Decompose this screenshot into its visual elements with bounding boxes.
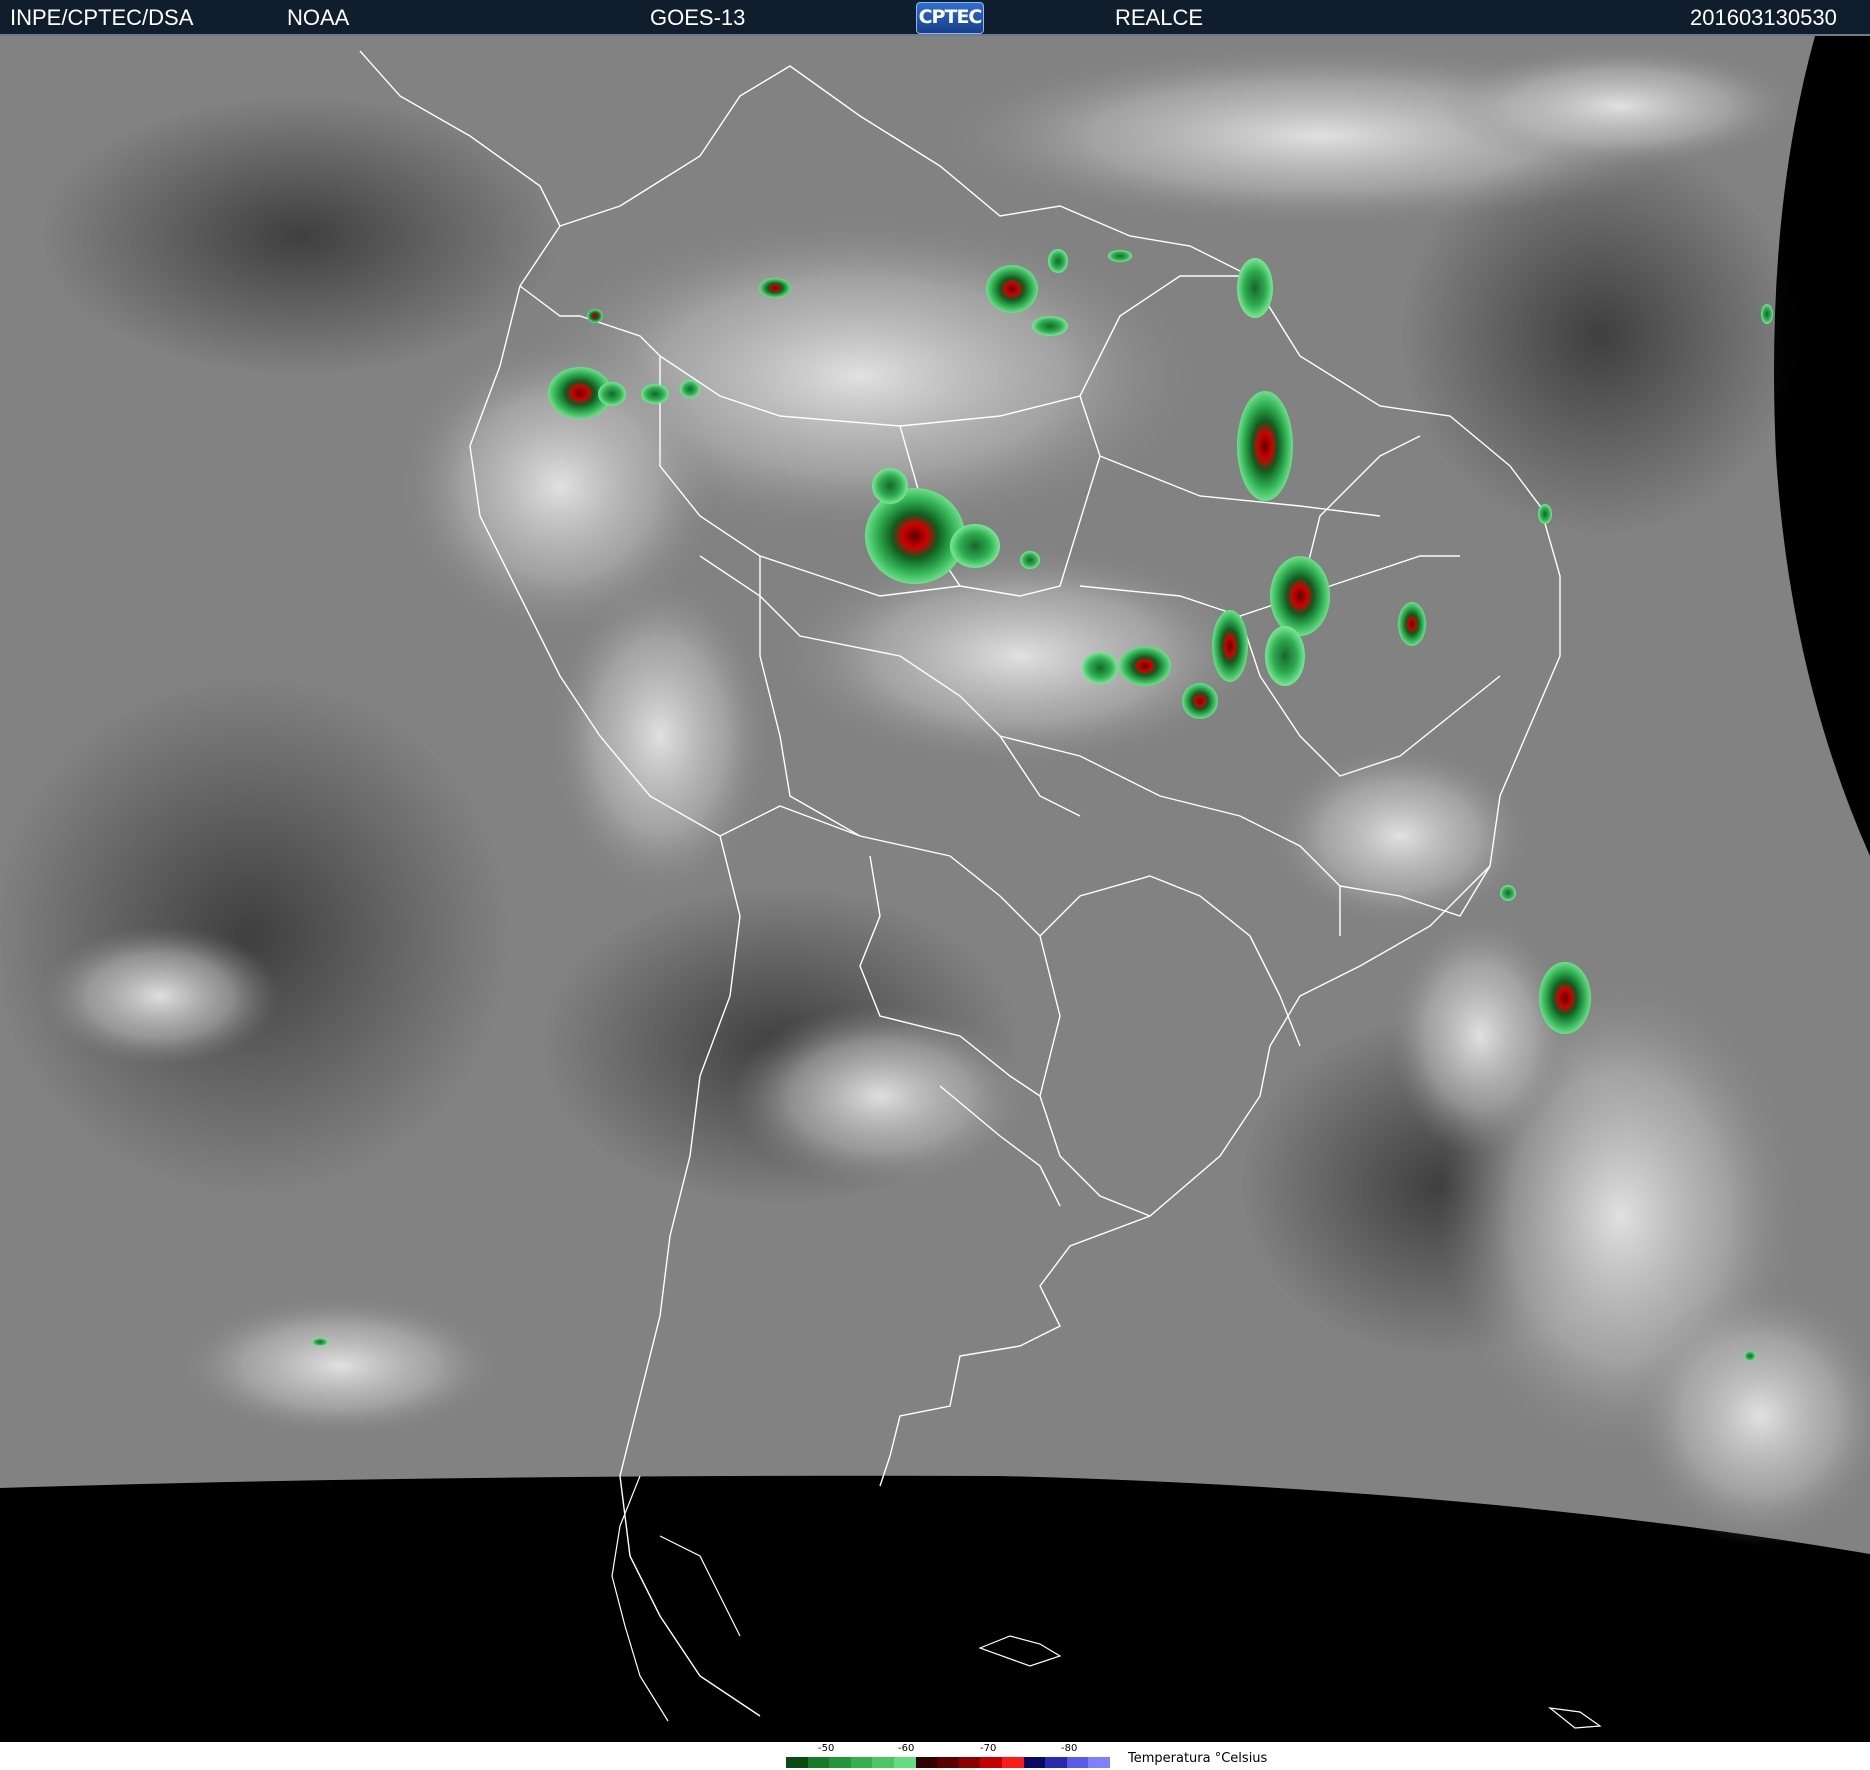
legend-swatch xyxy=(1066,1757,1089,1768)
legend-tick: -80 xyxy=(1061,1743,1078,1754)
legend-swatch xyxy=(872,1757,894,1768)
legend-tick: -50 xyxy=(818,1743,835,1754)
legend-swatch xyxy=(937,1757,959,1768)
legend-swatch xyxy=(1088,1757,1110,1768)
satellite-label: GOES-13 xyxy=(650,5,746,30)
legend-swatch xyxy=(893,1757,916,1768)
legend-swatch xyxy=(915,1757,938,1768)
color-scale xyxy=(786,1757,1110,1768)
legend-tick: -70 xyxy=(980,1743,997,1754)
satellite-map-svg xyxy=(0,36,1870,1729)
product-label: REALCE xyxy=(1115,5,1204,30)
satellite-image xyxy=(0,36,1870,1742)
cptec-logo: CPTEC xyxy=(916,2,984,34)
logo-text: CPTEC xyxy=(918,6,983,28)
agency-label: INPE/CPTEC/DSA xyxy=(10,5,194,30)
legend-title: Temperatura °Celsius xyxy=(1128,1751,1268,1766)
legend-swatch xyxy=(1045,1757,1067,1768)
legend-swatch xyxy=(786,1757,808,1768)
legend-swatch xyxy=(807,1757,830,1768)
legend-swatch xyxy=(1001,1757,1024,1768)
legend-swatch xyxy=(1023,1757,1046,1768)
partner-label: NOAA xyxy=(287,5,350,30)
legend-swatch xyxy=(850,1757,873,1768)
legend-swatch xyxy=(958,1757,981,1768)
legend-tick: -60 xyxy=(898,1743,915,1754)
legend-swatch xyxy=(980,1757,1002,1768)
timestamp-label: 201603130530 xyxy=(1690,5,1837,30)
legend-swatch xyxy=(829,1757,851,1768)
header-bar: INPE/CPTEC/DSA NOAA GOES-13 CPTEC REALCE… xyxy=(0,0,1870,36)
temperature-legend: -50 -60 -70 -80 Temperatura °Celsius xyxy=(0,1742,1870,1770)
